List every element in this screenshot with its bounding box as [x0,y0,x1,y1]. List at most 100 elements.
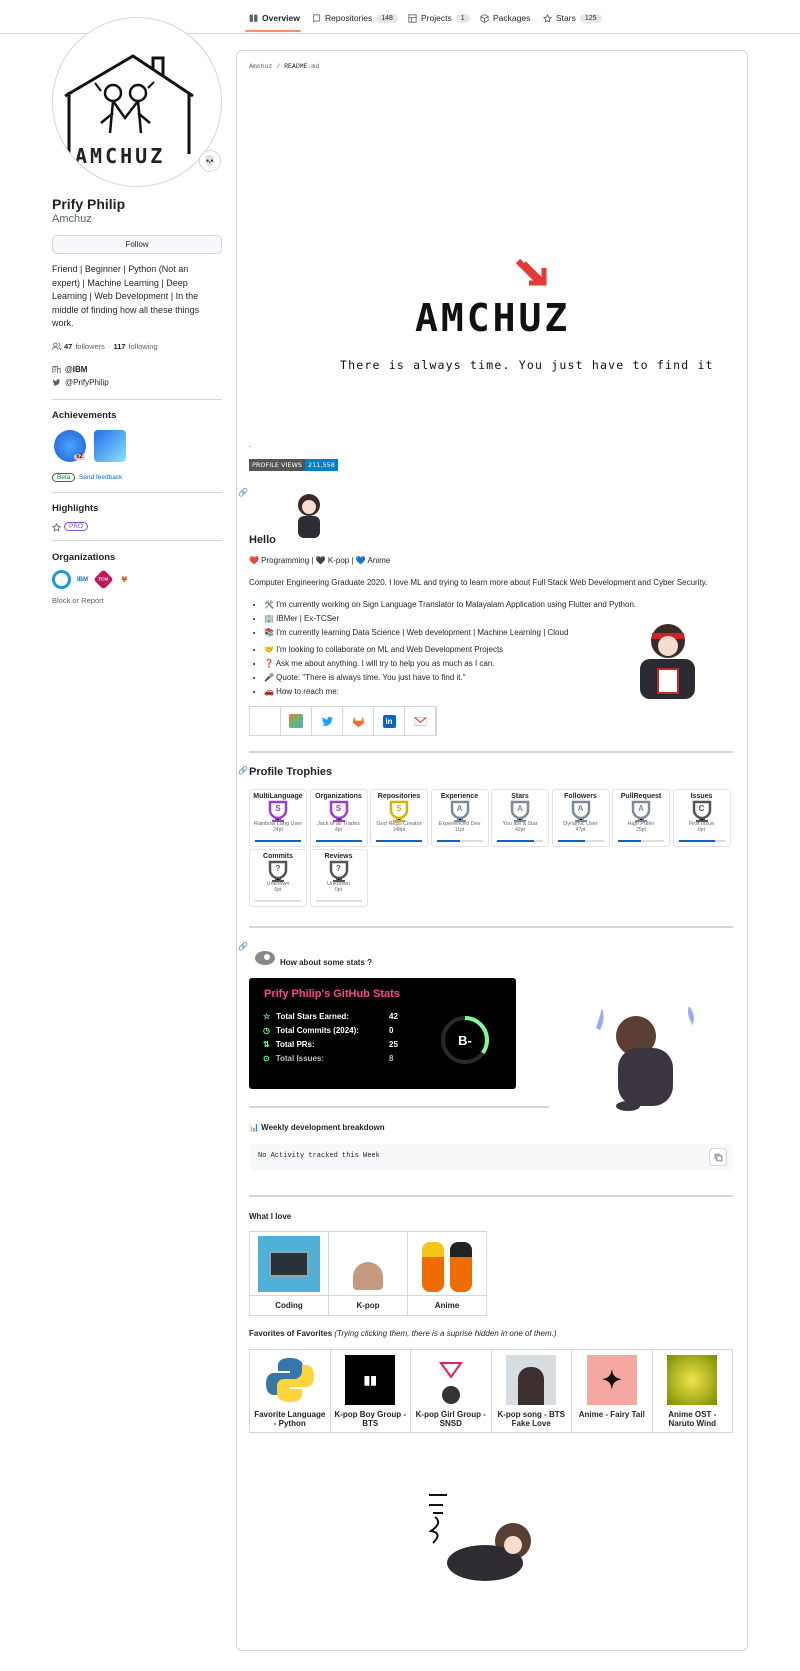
star-icon [543,13,552,23]
tab-label: Projects [421,13,452,23]
trophy-points: 24pt [273,827,283,833]
link-icon[interactable]: 🔗 [238,766,248,775]
trophy-points: 148pt [392,827,406,833]
github-stats-card: Prify Philip's GitHub Stats ☆ Total Stars… [249,978,516,1089]
copy-button[interactable] [709,1148,727,1166]
crumb-owner[interactable]: Amchuz [249,63,272,70]
twitter-link[interactable]: @PrifyPhilip [65,378,109,387]
list-item: 🛠️ I'm currently working on Sign Languag… [264,598,636,612]
org-avatar[interactable] [52,570,71,589]
coding-image-cell[interactable] [249,1231,329,1296]
favorite-python[interactable]: Favorite Language - Python [249,1349,331,1433]
tab-projects[interactable]: Projects 1 [408,10,470,26]
intro-text: Computer Engineering Graduate 2020. I lo… [249,578,708,587]
tab-count: 125 [579,13,602,23]
tab-label: Packages [493,13,531,23]
favorite-label: Favorite Language - Python [254,1410,326,1428]
favorite-label: K-pop Boy Group - BTS [334,1410,407,1428]
favorites-note: (Trying clicking them, there is a supris… [334,1329,557,1338]
weekly-code-text: No Activity tracked this Week [258,1152,380,1160]
trophy-title: Reviews [324,853,353,860]
org-tcm[interactable]: TCM [93,569,114,590]
trophy-rank: A [456,804,463,813]
favorite-label: Anime - Fairy Tail [578,1410,645,1419]
company-line: @IBM [52,365,87,374]
weekly-code-block: No Activity tracked this Week [249,1144,733,1170]
trophy-points: 0pt [274,887,282,893]
stats-value: 0 [389,1026,394,1035]
link-icon[interactable]: 🔗 [238,942,248,951]
hello-heading: Hello [249,534,276,546]
organization-icon [52,365,61,374]
trophy-points: 47pt [575,827,586,833]
trophy-rank: A [638,804,644,813]
favorite-label: Anime OST - Naruto Wind [668,1410,717,1428]
achievement-starstruck[interactable] [94,430,126,462]
love-table: Coding K-pop Anime [249,1231,487,1316]
highlights-title: Highlights [52,503,99,514]
follow-button[interactable]: Follow [52,235,222,254]
twitter-icon[interactable] [312,707,343,735]
followers-label[interactable]: followers [75,342,105,351]
trophy-title: Experience [440,793,479,800]
trophy-title: Issues [690,793,713,800]
interests-line: ❤️ Programming | 🖤 K-pop | 💙 Anime [249,556,391,565]
book-icon [249,14,258,23]
kpop-image-cell[interactable] [328,1231,408,1296]
pro-badge: PRO [64,522,89,531]
trophy-rank: S [275,804,281,813]
views-count: 211,558 [305,459,338,471]
org-fox[interactable]: 🦊 [115,570,134,589]
people-icon [52,342,61,351]
trophy-progress-bar [618,840,664,842]
following-label[interactable]: following [129,342,158,351]
linkedin-icon[interactable]: in [374,707,405,735]
stats-card-title: Prify Philip's GitHub Stats [264,988,400,1000]
stats-value: 25 [389,1040,398,1049]
tab-repositories[interactable]: Repositories 148 [312,10,398,26]
org-ibm[interactable]: IBM [73,570,92,589]
trophy-card: Organizations S Jack of all Trades 4pt [309,789,368,847]
section-divider [249,926,733,928]
social-link-dev[interactable] [281,707,312,735]
company-link[interactable]: @IBM [65,365,87,374]
tab-count: 1 [455,13,470,23]
social-links: in [249,706,437,736]
tab-stars[interactable]: Stars 125 [543,10,602,26]
twitter-line: @PrifyPhilip [52,378,109,387]
trophy-points: 25pt [636,827,646,833]
trophy-card: Issues C First Issue 8pt [672,789,731,847]
gmail-icon[interactable] [405,707,436,735]
trophy-title: Repositories [377,793,421,800]
followers-count[interactable]: 47 [64,342,72,351]
beta-badge: Beta [52,473,76,482]
favorite-naruto-wind[interactable]: Anime OST - Naruto Wind [651,1349,733,1433]
bts-logo-icon: ▮▮ [345,1355,396,1405]
tab-overview[interactable]: Overview [249,10,300,26]
avatar[interactable]: AMCHUZ [52,17,222,187]
stats-label: Total Issues: [275,1054,325,1063]
link-icon[interactable]: 🔗 [238,488,248,497]
status-emoji-button[interactable]: 💀 [199,150,221,172]
trophy-progress-bar [678,840,725,842]
favorite-snsd[interactable]: K-pop Girl Group - SNSD [410,1349,492,1433]
favorite-bts[interactable]: ▮▮ K-pop Boy Group - BTS [329,1349,411,1433]
tab-packages[interactable]: Packages [480,10,530,26]
love-label: Coding [249,1295,329,1316]
trophy-card: Stars A You are a Star 42pt [491,789,549,847]
love-label: Anime [407,1295,487,1316]
divider [52,540,222,541]
trophy-progress-bar [557,840,604,842]
block-report-link[interactable]: Block or Report [52,596,104,605]
favorite-fairy-tail[interactable]: ✦ Anime - Fairy Tail [571,1349,653,1433]
send-feedback-link[interactable]: Send feedback [79,474,122,481]
weekly-title: 📊 Weekly development breakdown [249,1123,385,1132]
favorite-fake-love[interactable]: K-pop song - BTS Fake Love [490,1349,572,1433]
social-link-blank[interactable] [250,707,281,735]
org-tcm-label: TCM [98,577,109,582]
following-count[interactable]: 117 [113,342,125,351]
gitlab-icon[interactable] [343,707,374,735]
anime-image-cell[interactable] [407,1231,487,1296]
trophy-points: 0pt [335,887,342,893]
stats-value: 8 [389,1054,394,1063]
